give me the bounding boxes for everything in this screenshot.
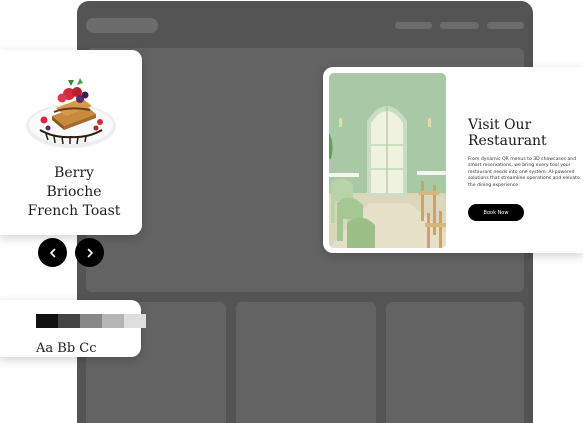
content-card-placeholder (386, 302, 524, 423)
restaurant-card: Visit Our Restaurant From dynamic QR men… (323, 67, 583, 253)
chevron-left-icon (49, 248, 55, 257)
color-swatch (102, 314, 124, 328)
color-swatches (36, 314, 146, 328)
restaurant-title: Visit Our Restaurant (468, 117, 547, 149)
address-bar (86, 18, 158, 33)
book-now-button[interactable]: Book Now (468, 204, 524, 221)
color-swatch (36, 314, 58, 328)
nav-item-placeholder (487, 22, 524, 29)
carousel-next-button[interactable] (75, 238, 104, 267)
nav-item-placeholder (440, 22, 479, 29)
color-swatch (80, 314, 102, 328)
nav-item-placeholder (395, 22, 432, 29)
french-toast-plate-image (26, 78, 116, 148)
carousel-prev-button[interactable] (38, 238, 67, 267)
dish-card[interactable]: Berry Brioche French Toast (0, 50, 142, 235)
restaurant-interior-image (329, 73, 446, 248)
content-card-placeholder (236, 302, 376, 423)
style-guide-card: Aa Bb Cc (0, 300, 146, 357)
restaurant-description: From dynamic QR menus to 3D showcases an… (468, 157, 580, 188)
chevron-right-icon (87, 248, 93, 257)
dish-title: Berry Brioche French Toast (27, 165, 121, 219)
color-swatch (124, 314, 146, 328)
color-swatch (58, 314, 80, 328)
typography-sample: Aa Bb Cc (36, 341, 97, 356)
